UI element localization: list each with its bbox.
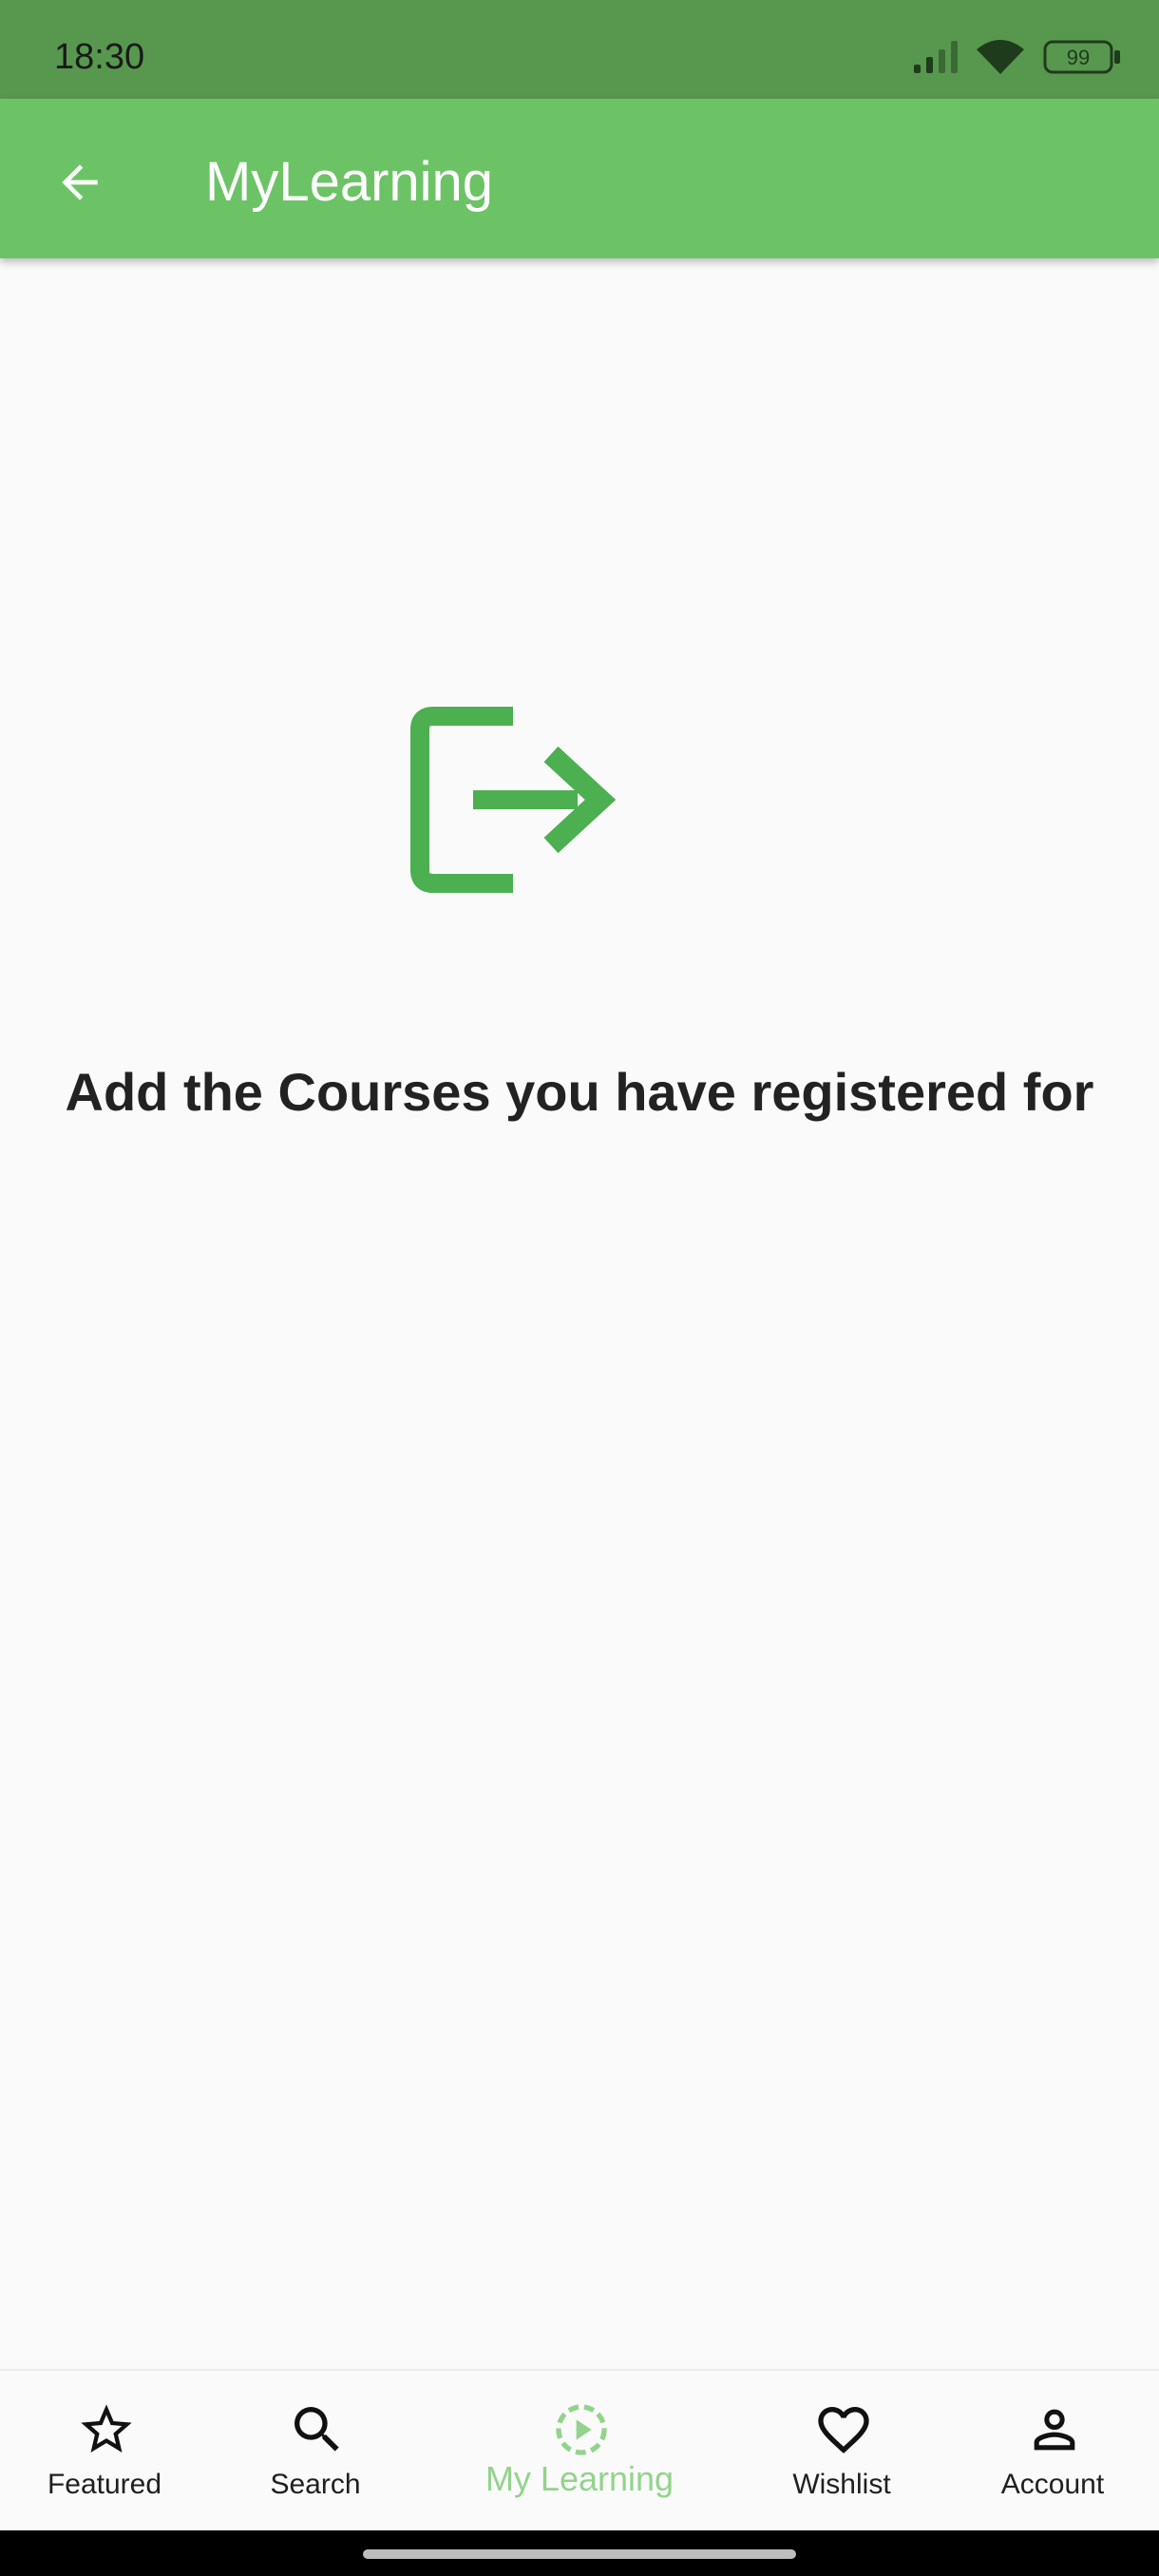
nav-item-search[interactable]: Search (211, 2371, 420, 2532)
status-time: 18:30 (54, 37, 145, 77)
nav-item-my-learning[interactable]: My Learning (475, 2371, 684, 2532)
status-icons: 99 (912, 0, 1159, 99)
gesture-bar (0, 2530, 1159, 2576)
nav-item-account[interactable]: Account (948, 2371, 1157, 2532)
nav-label-my-learning: My Learning (484, 2459, 674, 2498)
login-icon (410, 707, 616, 893)
page-title: MyLearning (205, 151, 494, 213)
bottom-nav: Featured Search My Learning Wishlist Acc… (0, 2369, 1159, 2532)
wifi-icon (977, 40, 1024, 74)
star-icon (81, 2404, 132, 2453)
nav-label-account: Account (1000, 2469, 1105, 2500)
home-indicator[interactable] (363, 2549, 796, 2559)
nav-item-wishlist[interactable]: Wishlist (737, 2371, 946, 2532)
person-icon (1034, 2409, 1075, 2451)
play-circle-icon (556, 2404, 607, 2455)
search-icon (294, 2407, 339, 2452)
heart-icon (818, 2407, 869, 2453)
app-bar: MyLearning (0, 99, 1159, 258)
status-bar: 18:30 99 (0, 0, 1159, 99)
battery-icon: 99 (1043, 40, 1120, 74)
signal-icon (914, 41, 958, 73)
nav-label-wishlist: Wishlist (792, 2469, 891, 2500)
empty-state-message: Add the Courses you have registered for (65, 1062, 1094, 1122)
battery-level: 99 (1067, 46, 1090, 69)
back-button[interactable] (38, 141, 122, 224)
arrow-back-icon (62, 164, 98, 200)
nav-label-search: Search (270, 2469, 361, 2500)
nav-item-featured[interactable]: Featured (0, 2371, 209, 2532)
nav-label-featured: Featured (47, 2469, 162, 2500)
